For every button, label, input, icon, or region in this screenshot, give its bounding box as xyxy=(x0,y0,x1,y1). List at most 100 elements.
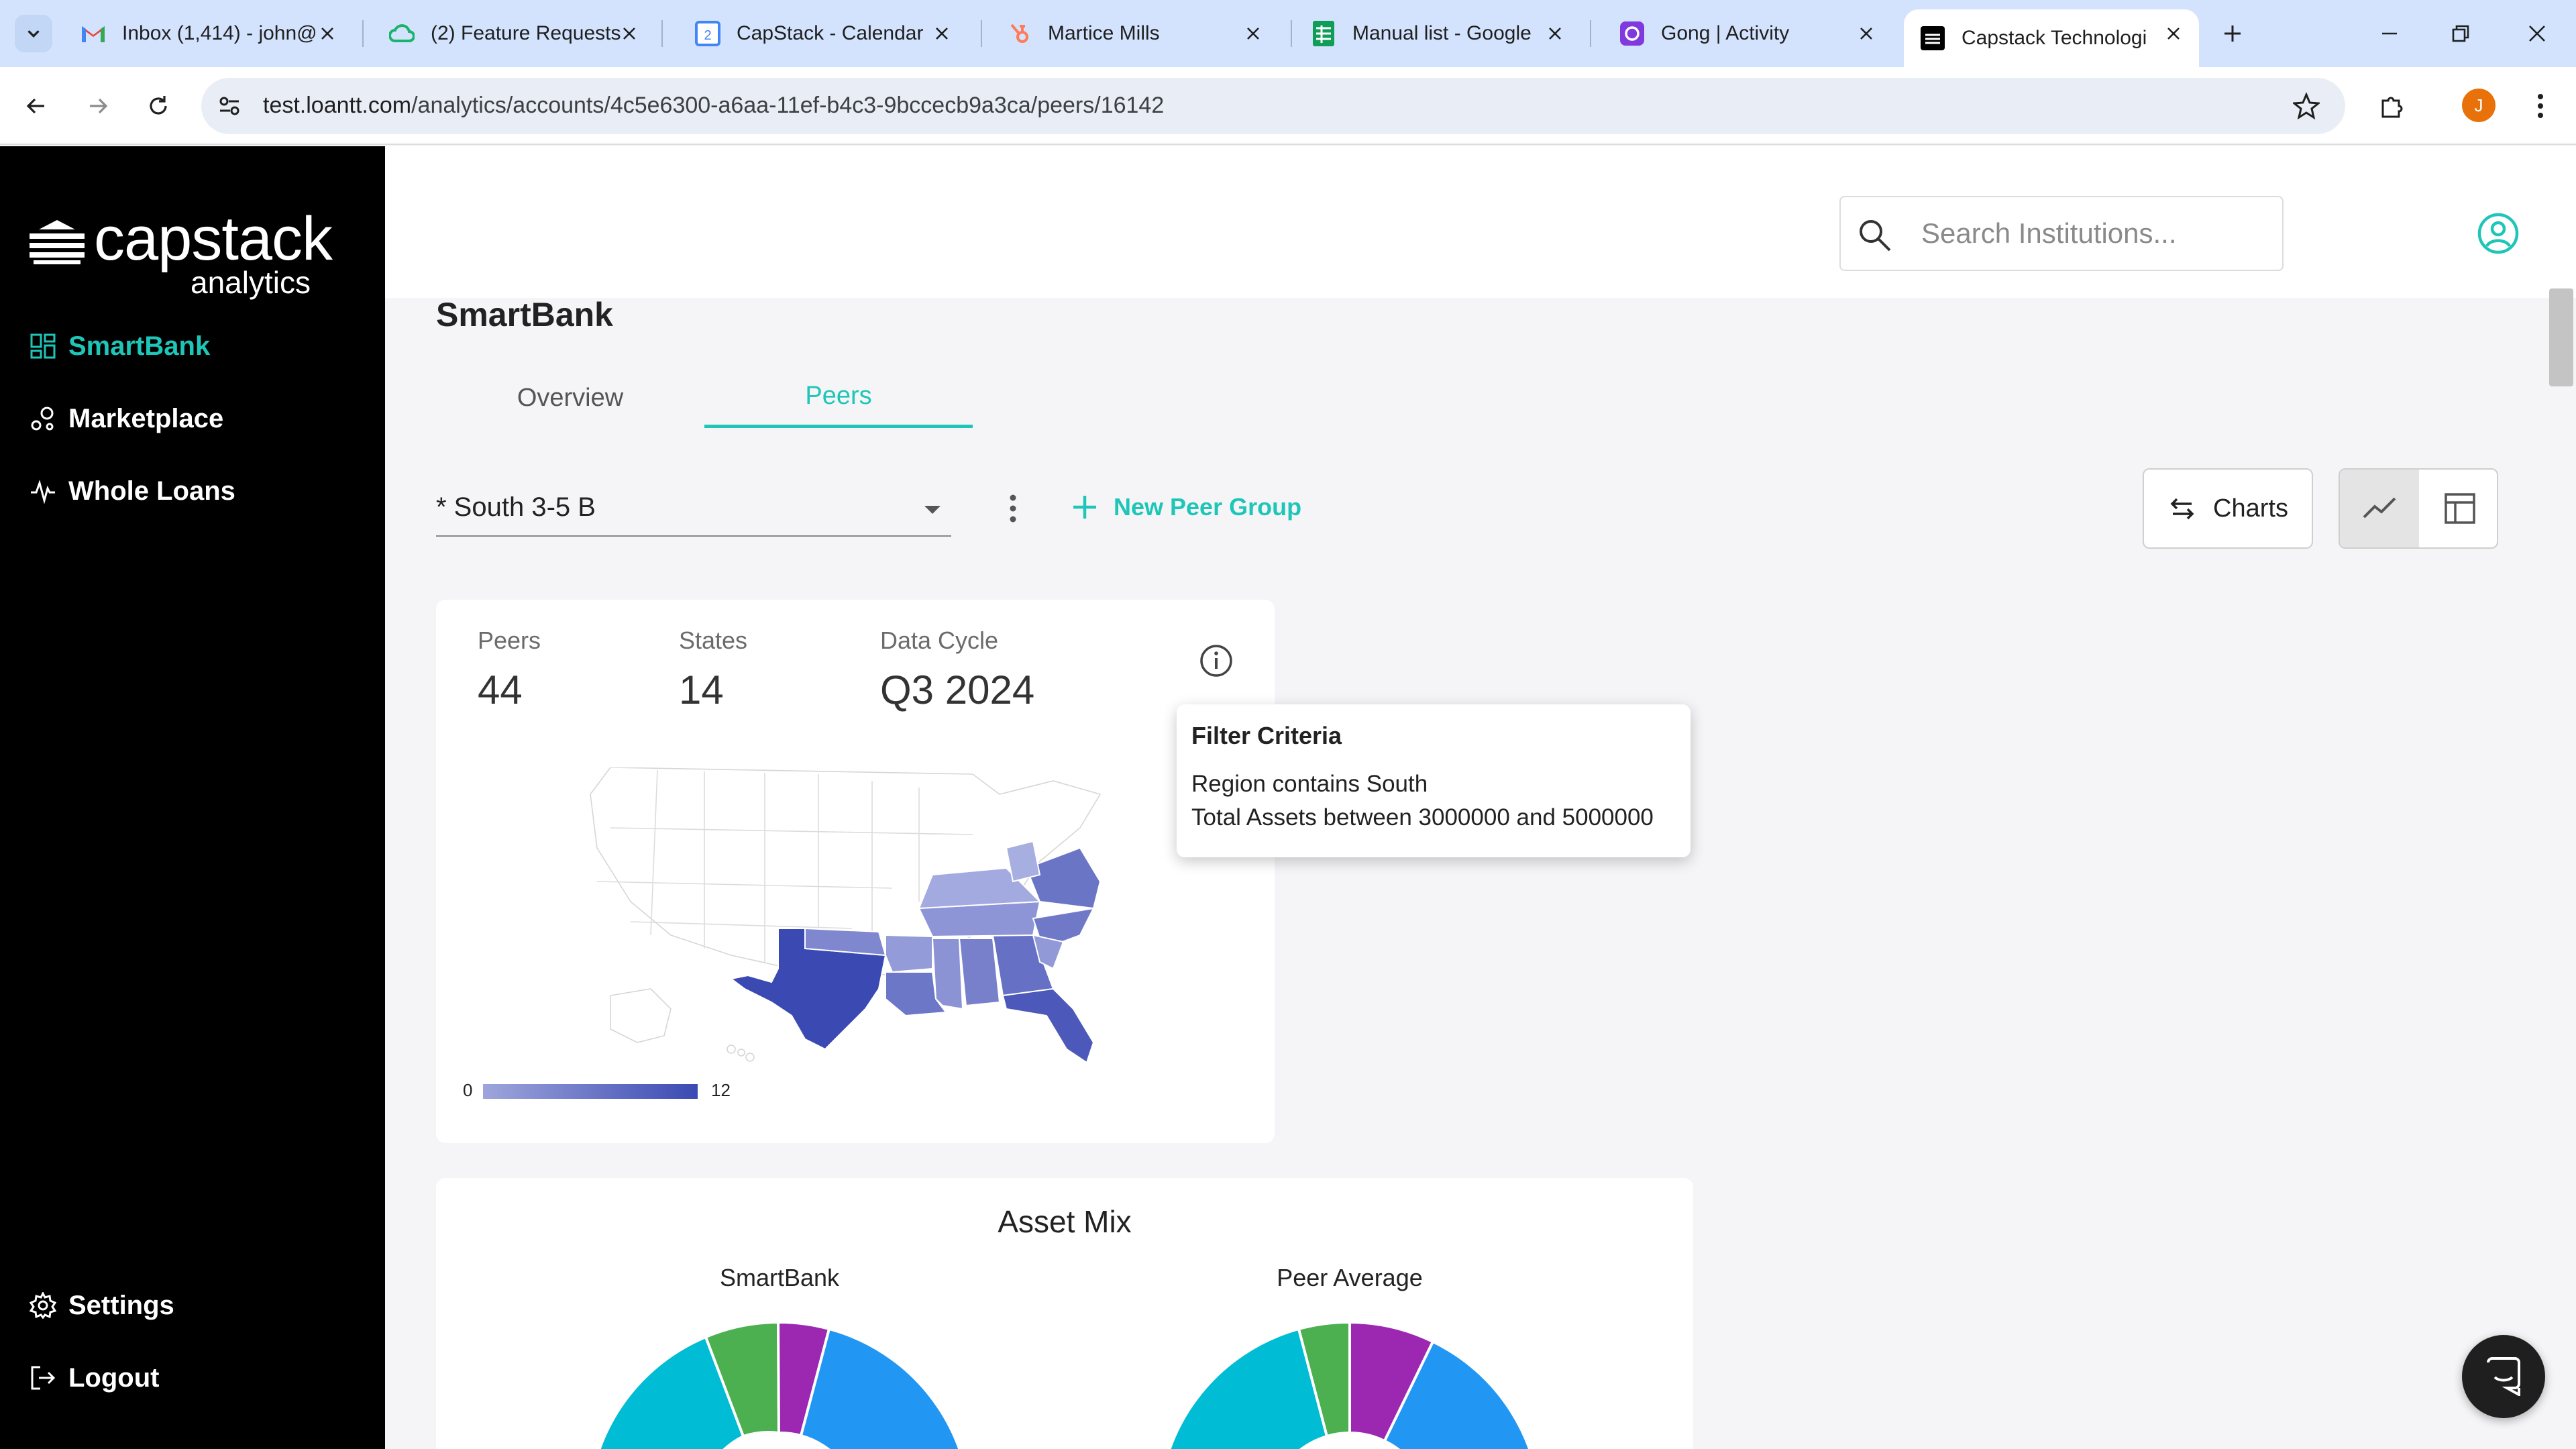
close-icon[interactable] xyxy=(1853,20,1880,47)
peer-average-donut-label: Peer Average xyxy=(1277,1264,1423,1291)
donut-segment-cyan xyxy=(1168,1327,1329,1449)
gong-icon xyxy=(1619,21,1645,46)
browser-menu-button[interactable] xyxy=(2524,86,2557,126)
close-icon[interactable] xyxy=(1542,20,1568,47)
tab-label: Peers xyxy=(805,382,872,410)
sheets-icon xyxy=(1311,21,1336,46)
browser-tab-gong[interactable]: Gong | Activity xyxy=(1603,9,1892,58)
reload-icon xyxy=(150,96,167,115)
states-value: 14 xyxy=(679,667,724,712)
capstack-icon xyxy=(1920,25,1945,51)
legend-max-label: 12 xyxy=(711,1080,731,1100)
page-title: SmartBank xyxy=(436,296,613,333)
tab-label: Inbox (1,414) - john@ xyxy=(122,22,317,44)
close-window-button[interactable] xyxy=(2518,15,2556,52)
trending-icon xyxy=(2363,497,2396,519)
profile-avatar[interactable]: J xyxy=(2462,89,2496,122)
close-icon xyxy=(2529,25,2545,42)
data-cycle-label: Data Cycle xyxy=(880,627,999,654)
browser-tab-sheets[interactable]: Manual list - Google xyxy=(1295,9,1580,58)
sidebar: capstack analytics SmartBank Marketplace… xyxy=(0,146,385,1449)
chevron-down-icon xyxy=(28,30,40,38)
tab-overview[interactable]: Overview xyxy=(436,368,704,428)
tab-label: Martice Mills xyxy=(1048,22,1160,44)
chat-launcher-button[interactable] xyxy=(2462,1335,2545,1418)
caret-down-icon xyxy=(920,498,945,522)
institution-search[interactable] xyxy=(1839,196,2284,271)
chat-icon xyxy=(2487,1357,2520,1396)
peer-group-value: * South 3-5 B xyxy=(436,492,596,522)
site-settings-icon[interactable] xyxy=(216,93,243,119)
tooltip-line: Region contains South xyxy=(1191,771,1428,797)
browser-tab-bar: Inbox (1,414) - john@ (2) Feature Reques… xyxy=(0,0,2576,67)
minimize-button[interactable] xyxy=(2371,15,2408,52)
chart-view-button[interactable] xyxy=(2340,470,2419,547)
back-button[interactable] xyxy=(16,86,56,126)
new-tab-button[interactable] xyxy=(2214,15,2251,52)
table-view-button[interactable] xyxy=(2420,470,2497,547)
close-icon[interactable] xyxy=(2160,20,2187,47)
alaska-hawaii xyxy=(610,988,755,1062)
url-field[interactable]: test.loantt.com/analytics/accounts/4c5e6… xyxy=(201,78,2345,134)
peer-group-select[interactable]: * South 3-5 B xyxy=(436,483,951,537)
tab-separator xyxy=(1291,20,1292,47)
peers-label: Peers xyxy=(478,627,541,654)
tab-label: Overview xyxy=(517,383,624,412)
calendar-icon: 2 xyxy=(695,21,720,46)
tab-label: Manual list - Google xyxy=(1352,22,1532,44)
tooltip-line: Total Assets between 3000000 and 5000000 xyxy=(1191,804,1654,830)
tab-label: Capstack Technologi xyxy=(1962,27,2147,49)
reload-button[interactable] xyxy=(138,86,178,126)
url-text: test.loantt.com/analytics/accounts/4c5e6… xyxy=(263,93,1164,119)
puzzle-icon xyxy=(2381,97,2403,118)
close-icon[interactable] xyxy=(1240,20,1267,47)
close-icon[interactable] xyxy=(314,20,341,47)
sidebar-item-label: Settings xyxy=(68,1290,174,1320)
info-icon[interactable] xyxy=(1198,643,1234,679)
forward-button[interactable] xyxy=(78,86,118,126)
bookmark-star-icon[interactable] xyxy=(2292,91,2321,121)
page-scrollbar[interactable] xyxy=(2546,298,2576,1449)
browser-tab-feature-requests[interactable]: (2) Feature Requests xyxy=(373,9,655,58)
search-input[interactable] xyxy=(1921,213,2270,254)
arrow-left-icon xyxy=(26,98,44,114)
logo-word-analytics: analytics xyxy=(191,265,311,300)
smartbank-donut-label: SmartBank xyxy=(719,1264,840,1291)
browser-tab-hubspot[interactable]: Martice Mills xyxy=(990,9,1279,58)
restore-button[interactable] xyxy=(2442,15,2479,52)
data-cycle-value: Q3 2024 xyxy=(880,667,1035,712)
table-icon xyxy=(2445,493,2475,524)
tab-label: Gong | Activity xyxy=(1661,22,1790,44)
charts-button[interactable]: Charts xyxy=(2143,468,2313,549)
extensions-button[interactable] xyxy=(2372,86,2412,126)
new-peer-group-button[interactable]: New Peer Group xyxy=(1068,487,1301,527)
browser-tab-gmail[interactable]: Inbox (1,414) - john@ xyxy=(64,9,353,58)
browser-tab-capstack[interactable]: Capstack Technologi xyxy=(1904,9,2199,67)
logout-icon xyxy=(28,1363,58,1393)
tab-peers[interactable]: Peers xyxy=(704,368,973,428)
peer-group-menu-button[interactable] xyxy=(1000,488,1026,529)
sidebar-item-whole-loans[interactable]: Whole Loans xyxy=(28,471,235,511)
gmail-icon xyxy=(80,21,106,46)
browser-tab-calendar[interactable]: 2 CapStack - Calendar xyxy=(679,9,967,58)
smartbank-donut-chart xyxy=(598,1320,961,1449)
tab-label: (2) Feature Requests xyxy=(431,22,621,44)
close-icon[interactable] xyxy=(616,20,643,47)
sidebar-item-smartbank[interactable]: SmartBank xyxy=(28,326,210,366)
state-arkansas xyxy=(885,934,933,973)
sidebar-item-settings[interactable]: Settings xyxy=(28,1285,174,1326)
sidebar-item-marketplace[interactable]: Marketplace xyxy=(28,398,223,439)
sidebar-item-logout[interactable]: Logout xyxy=(28,1358,160,1398)
close-icon[interactable] xyxy=(928,20,955,47)
tab-search-button[interactable] xyxy=(15,15,52,52)
scrollbar-thumb[interactable] xyxy=(2549,288,2573,386)
marketplace-icon xyxy=(28,404,58,433)
gear-icon xyxy=(28,1291,58,1320)
account-button[interactable] xyxy=(2461,196,2536,271)
dashboard-icon xyxy=(28,331,58,361)
capstack-logo[interactable]: capstack analytics xyxy=(28,204,337,300)
tab-separator xyxy=(981,20,982,47)
donut-segment-blue xyxy=(799,1327,961,1449)
restore-icon xyxy=(2452,25,2469,42)
minimize-icon xyxy=(2382,32,2397,35)
